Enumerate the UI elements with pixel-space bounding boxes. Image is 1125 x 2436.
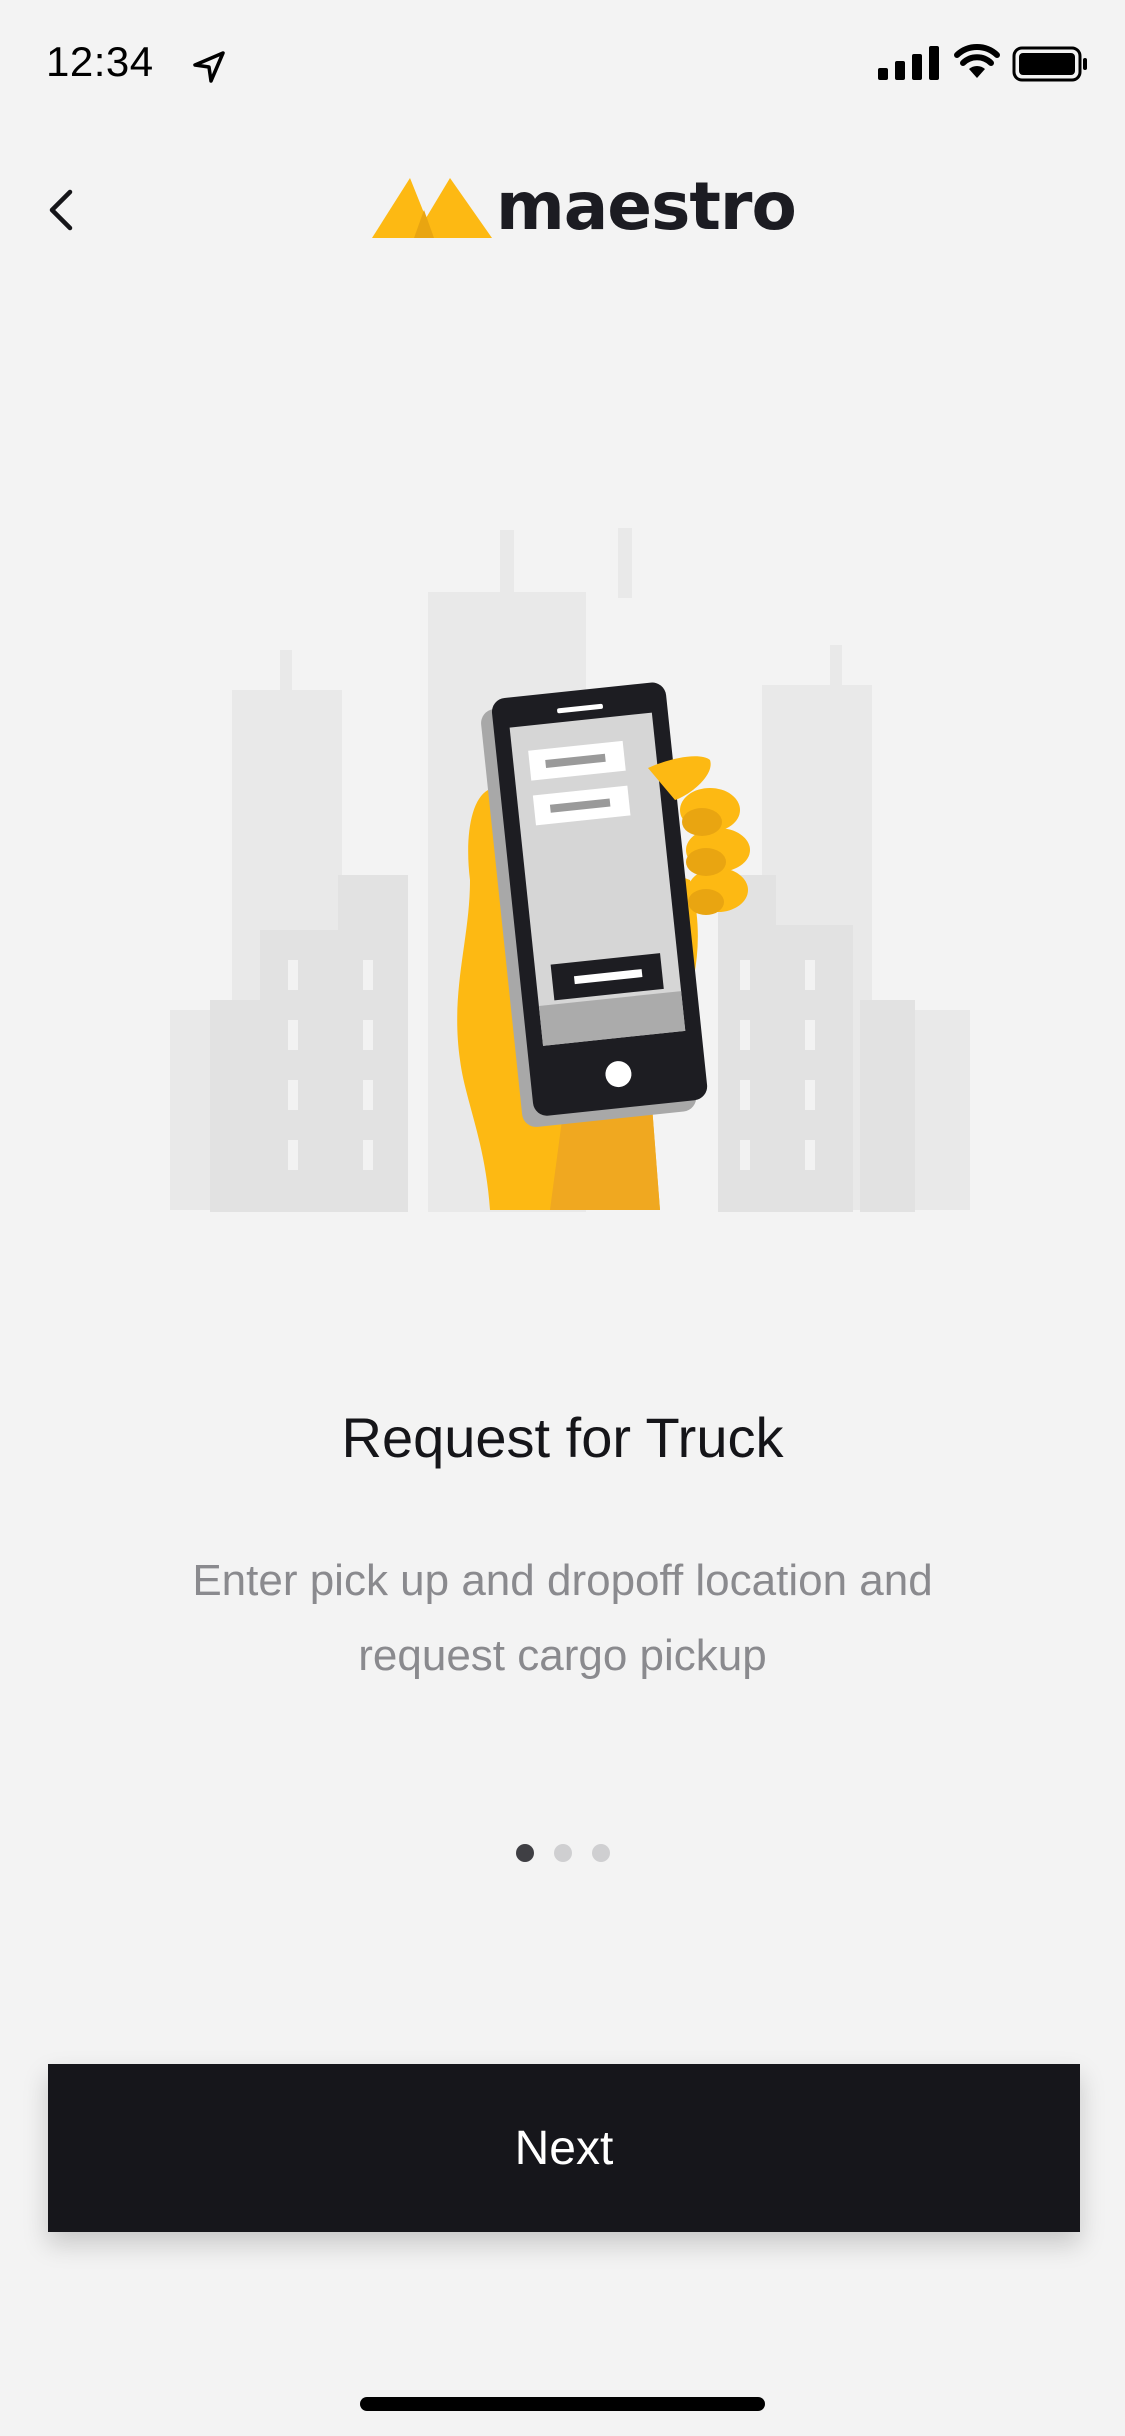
logo-text: maestro	[496, 168, 797, 245]
onboarding-description: Enter pick up and dropoff location and r…	[192, 1556, 933, 1680]
battery-icon	[1012, 46, 1087, 82]
page-dot-3[interactable]	[591, 1844, 610, 1862]
maestro-logo-icon	[372, 178, 492, 238]
page-dot-2[interactable]	[553, 1844, 572, 1862]
status-bar: 12:34	[0, 0, 1125, 130]
back-button[interactable]	[30, 170, 100, 250]
request-truck-illustration	[170, 528, 970, 1212]
wifi-icon	[954, 44, 1000, 78]
home-indicator[interactable]	[360, 2397, 765, 2411]
location-arrow-icon	[193, 51, 225, 83]
page-indicator	[0, 1844, 1125, 1864]
chevron-left-icon	[49, 189, 73, 231]
page-dot-1[interactable]	[515, 1844, 534, 1862]
status-time: 12:34	[46, 38, 154, 85]
brand-logo: maestro	[370, 160, 797, 250]
nav-bar: maestro	[0, 140, 1125, 260]
onboarding-title: Request for Truck	[341, 1406, 784, 1469]
next-button[interactable]: Next	[48, 2064, 1080, 2232]
signal-icon	[878, 46, 939, 80]
